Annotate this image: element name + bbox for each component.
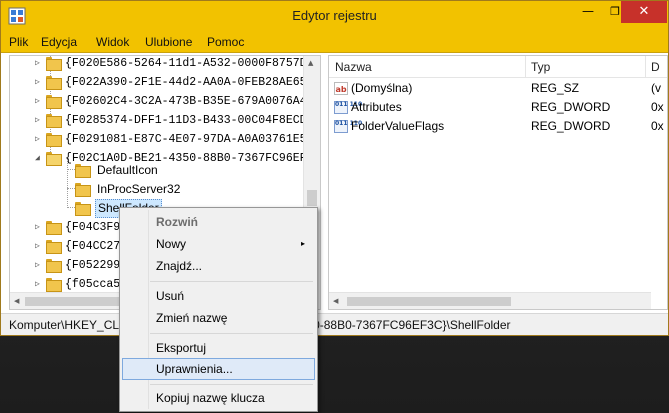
tree-item-label: DefaultIcon	[97, 163, 158, 177]
value-type: REG_DWORD	[531, 100, 611, 114]
value-data: 0x	[651, 100, 664, 114]
tree-item-label: InProcServer32	[97, 182, 181, 196]
collapse-arrow-icon[interactable]: ◢	[35, 154, 43, 163]
value-data: 0x	[651, 119, 664, 133]
values-horizontal-scrollbar[interactable]: ◀	[329, 292, 651, 309]
tree-item-label: {F0291081-E87C-4E07-97DA-A0A03761E586}	[65, 133, 321, 146]
tree-item-label: {F020E586-5264-11d1-A532-0000F8757D7E}	[65, 57, 321, 70]
column-name-header[interactable]: Nazwa	[335, 60, 372, 74]
binary-value-icon: 011 110	[334, 120, 362, 133]
folder-icon	[46, 240, 62, 254]
column-type-header[interactable]: Typ	[531, 60, 550, 74]
folder-icon	[46, 259, 62, 273]
value-name: FolderValueFlags	[351, 119, 445, 133]
tree-connector	[67, 169, 75, 170]
string-value-icon: ab	[334, 82, 348, 95]
tree-item-label: {F02602C4-3C2A-473B-B35E-679A0076A4A6}	[65, 95, 321, 108]
status-path-right: 4350-88B0-7367FC96EF3C}\ShellFolder	[293, 318, 511, 332]
open-folder-icon	[46, 152, 62, 166]
tree-connector	[67, 207, 75, 208]
expand-arrow-icon[interactable]: ▷	[35, 261, 43, 270]
tree-item-label: {F04C3F9B	[65, 221, 128, 234]
menu-separator	[150, 333, 313, 334]
menu-item-label: Usuń	[156, 289, 185, 303]
menu-edit[interactable]: Edycja	[41, 35, 77, 49]
folder-icon	[75, 202, 91, 216]
registry-editor-window: Edytor rejestru — ❐ ✕ Plik Edycja Widok …	[0, 0, 669, 336]
folder-icon	[46, 57, 62, 71]
values-hscroll-thumb[interactable]	[347, 297, 511, 306]
menu-item-permissions[interactable]: Uprawnienia...	[122, 358, 315, 380]
value-name: (Domyślna)	[351, 81, 413, 95]
menu-item-label: Nowy	[156, 237, 187, 251]
values-list-pane[interactable]: Nazwa Typ D ab (Domyślna) REG_SZ (v 011 …	[328, 55, 668, 310]
menu-view[interactable]: Widok	[96, 35, 129, 49]
expand-arrow-icon[interactable]: ▷	[35, 280, 43, 289]
expand-arrow-icon[interactable]: ▷	[35, 97, 43, 106]
menu-item-label: Zmień nazwę	[156, 311, 228, 325]
tree-scroll-thumb[interactable]	[307, 190, 317, 206]
menu-item-label: Rozwiń	[156, 215, 198, 229]
value-row[interactable]: 011 110 FolderValueFlags REG_DWORD 0x	[329, 117, 667, 136]
value-data: (v	[651, 81, 661, 95]
menu-item-find[interactable]: Znajdź...	[122, 255, 315, 277]
menu-bar: Plik Edycja Widok Ulubione Pomoc	[1, 31, 668, 53]
menu-item-rename[interactable]: Zmień nazwę	[122, 307, 315, 329]
menu-item-label: Eksportuj	[156, 341, 207, 355]
menu-file[interactable]: Plik	[9, 35, 28, 49]
column-header-row: Nazwa Typ D	[329, 56, 667, 78]
status-path-left: Komputer\HKEY_CLA	[9, 318, 128, 332]
menu-item-expand[interactable]: Rozwiń	[122, 211, 315, 233]
value-row[interactable]: 011 110 Attributes REG_DWORD 0x	[329, 98, 667, 117]
window-title: Edytor rejestru	[292, 8, 377, 23]
column-divider[interactable]	[525, 56, 526, 78]
tree-item-label: {F0285374-DFF1-11D3-B433-00C04F8ECD78}	[65, 114, 321, 127]
menu-separator	[150, 281, 313, 282]
submenu-arrow-icon: ▸	[300, 239, 305, 248]
column-divider[interactable]	[645, 56, 646, 78]
expand-arrow-icon[interactable]: ▷	[35, 242, 43, 251]
menu-item-delete[interactable]: Usuń	[122, 285, 315, 307]
folder-icon	[75, 164, 91, 178]
title-bar[interactable]: Edytor rejestru — ❐ ✕	[1, 1, 668, 31]
folder-icon	[46, 133, 62, 147]
menu-item-label: Kopiuj nazwę klucza	[156, 391, 265, 405]
tree-connector	[67, 188, 75, 189]
folder-icon	[75, 183, 91, 197]
folder-icon	[46, 95, 62, 109]
binary-value-icon: 011 110	[334, 101, 362, 114]
menu-item-label: Uprawnienia...	[156, 362, 233, 376]
folder-icon	[46, 76, 62, 90]
close-button[interactable]: ✕	[621, 1, 667, 23]
expand-arrow-icon[interactable]: ▷	[35, 135, 43, 144]
value-name: Attributes	[351, 100, 402, 114]
value-type: REG_SZ	[531, 81, 580, 95]
menu-item-new[interactable]: Nowy ▸	[122, 233, 315, 255]
context-menu: Rozwiń Nowy ▸ Znajdź... Usuń Zmień nazwę…	[119, 207, 318, 412]
menu-help[interactable]: Pomoc	[207, 35, 244, 49]
expand-arrow-icon[interactable]: ▷	[35, 223, 43, 232]
scroll-left-icon[interactable]: ◀	[14, 297, 19, 305]
status-bar: Komputer\HKEY_CLA 4350-88B0-7367FC96EF3C}…	[1, 313, 668, 335]
tree-item-label: {F04CC277	[65, 240, 128, 253]
scroll-up-icon[interactable]: ▲	[308, 59, 313, 67]
value-row[interactable]: ab (Domyślna) REG_SZ (v	[329, 79, 667, 98]
menu-item-copy-key-name[interactable]: Kopiuj nazwę klucza	[122, 387, 315, 409]
column-data-header[interactable]: D	[651, 60, 660, 74]
folder-icon	[46, 114, 62, 128]
expand-arrow-icon[interactable]: ▷	[35, 78, 43, 87]
menu-item-label: Znajdź...	[156, 259, 203, 273]
folder-icon	[46, 278, 62, 292]
menu-item-export[interactable]: Eksportuj	[122, 337, 315, 359]
expand-arrow-icon[interactable]: ▷	[35, 116, 43, 125]
menu-separator	[150, 384, 313, 385]
minimize-button[interactable]: —	[574, 1, 602, 23]
expand-arrow-icon[interactable]: ▷	[35, 59, 43, 68]
tree-item-label: {F022A390-2F1E-44d2-AA0A-0FEB28AE6517}	[65, 76, 321, 89]
scroll-left-icon[interactable]: ◀	[333, 297, 338, 305]
value-type: REG_DWORD	[531, 119, 611, 133]
folder-icon	[46, 221, 62, 235]
menu-favorites[interactable]: Ulubione	[145, 35, 192, 49]
